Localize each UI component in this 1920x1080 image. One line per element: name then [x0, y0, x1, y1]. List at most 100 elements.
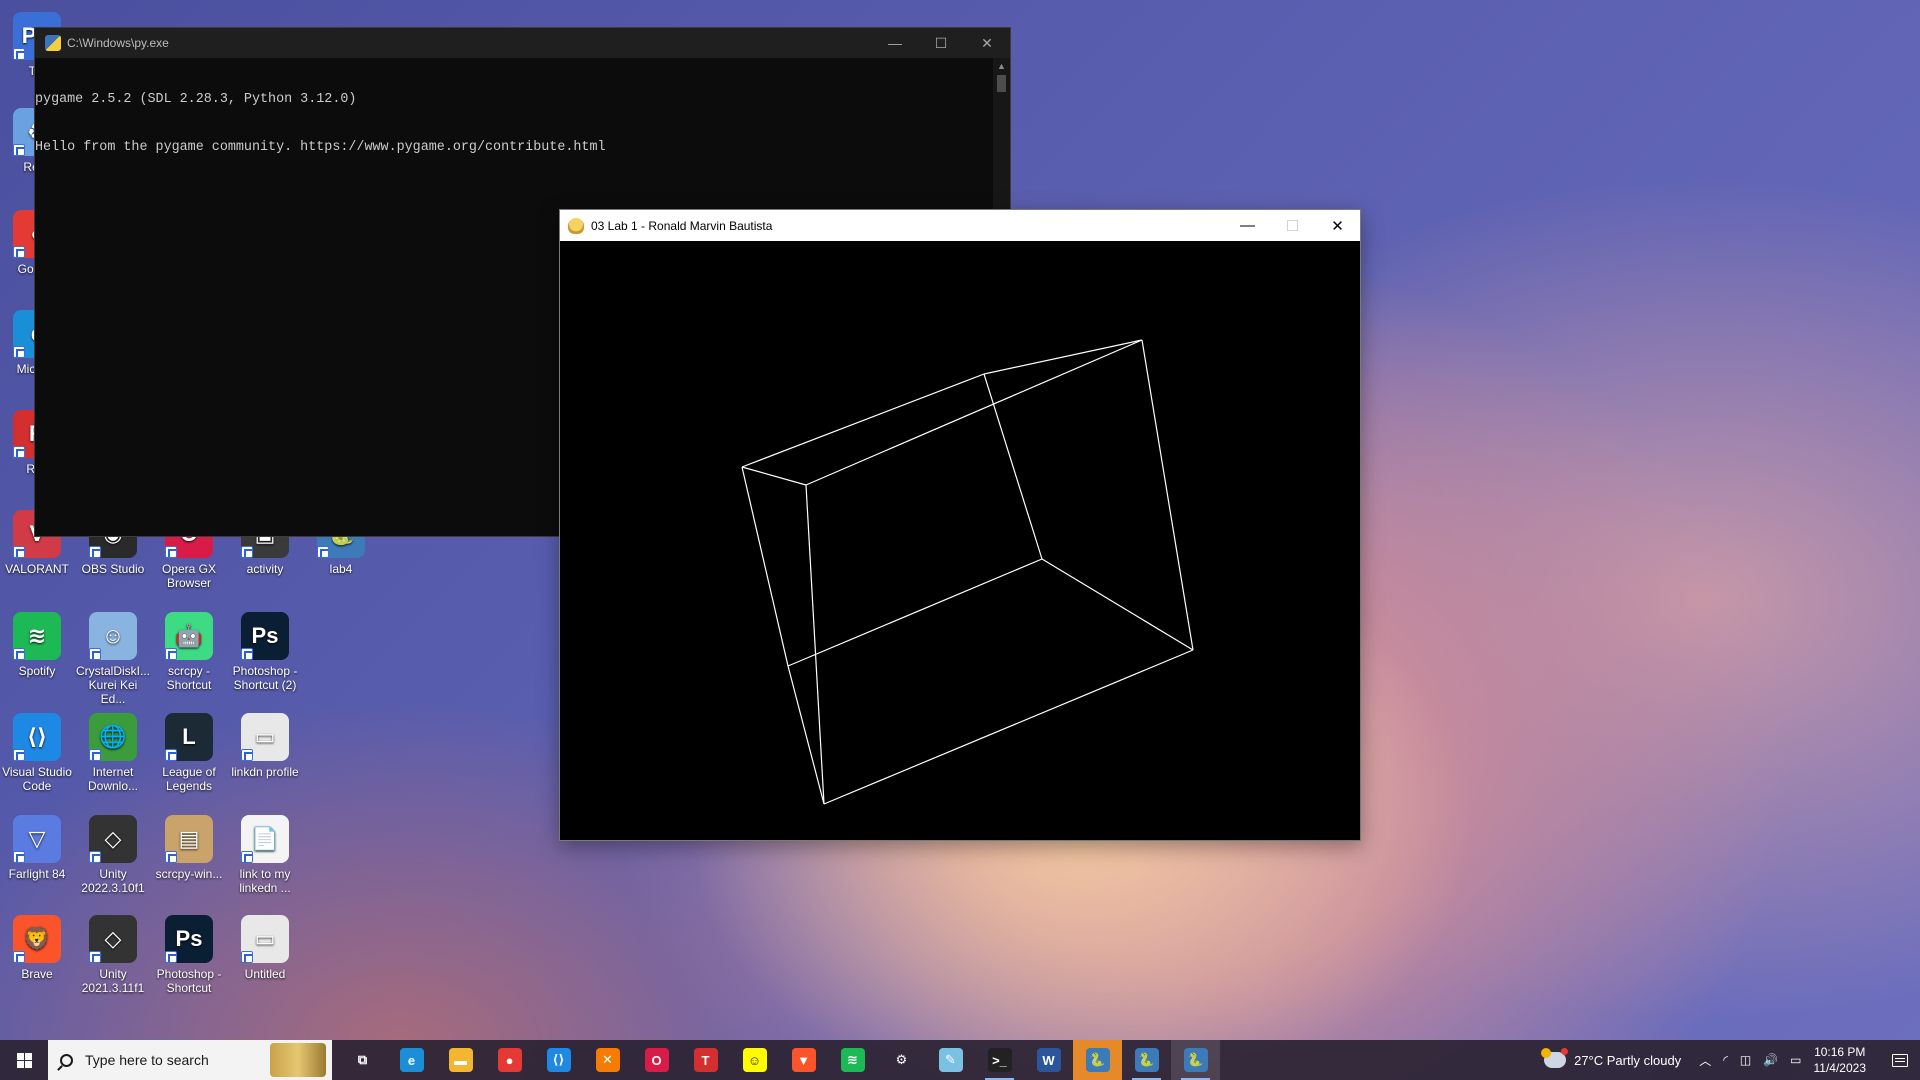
taskbar-app-terminal[interactable]: >_ — [975, 1040, 1024, 1080]
app-icon: ≋ — [13, 612, 61, 660]
shortcut-arrow-icon — [241, 546, 253, 558]
desktop-icon[interactable]: Ps Photoshop - Shortcut (2) — [228, 612, 302, 692]
maximize-button[interactable]: ☐ — [918, 28, 964, 58]
desktop-icon-label: Visual Studio Code — [2, 765, 72, 793]
weather-widget[interactable]: 27°C Partly cloudy — [1541, 1048, 1681, 1068]
cube-edge — [805, 484, 825, 805]
shortcut-arrow-icon — [165, 851, 177, 863]
clock[interactable]: 10:16 PM 11/4/2023 — [1814, 1044, 1867, 1076]
shortcut-arrow-icon — [13, 951, 25, 963]
taskbar-app-file-explorer[interactable]: ▬ — [436, 1040, 485, 1080]
cube-edge — [823, 649, 1194, 805]
desktop-icon[interactable]: ◇ Unity 2021.3.11f1 — [76, 915, 150, 995]
desktop-icon[interactable]: ▤ scrcpy-win... — [152, 815, 226, 881]
shortcut-arrow-icon — [13, 546, 25, 558]
desktop-icon[interactable]: ▽ Farlight 84 — [0, 815, 74, 881]
desktop-icon-label: Photoshop - Shortcut (2) — [232, 664, 298, 692]
network-icon[interactable]: ◜ — [1723, 1053, 1728, 1067]
edge-icon: e — [399, 1048, 424, 1072]
taskbar-app-chrome[interactable]: ● — [485, 1040, 534, 1080]
volume-icon[interactable]: 🔊 — [1763, 1053, 1778, 1067]
shortcut-arrow-icon — [241, 749, 253, 761]
desktop-icon-label: scrcpy - Shortcut — [166, 664, 212, 692]
taskbar-search[interactable]: Type here to search — [48, 1040, 332, 1080]
console-output[interactable]: pygame 2.5.2 (SDL 2.28.3, Python 3.12.0)… — [35, 58, 1010, 188]
minimize-button[interactable]: — — [872, 28, 918, 58]
desktop-icon[interactable]: L League of Legends — [152, 713, 226, 793]
taskbar-app-word[interactable]: W — [1024, 1040, 1073, 1080]
snapchat-icon: ☺ — [742, 1048, 767, 1072]
desktop-icon-label: Unity 2021.3.11f1 — [81, 967, 145, 995]
app-icon: ▭ — [241, 713, 289, 761]
taskbar-app-notepad[interactable]: ✎ — [926, 1040, 975, 1080]
pygame-window[interactable]: 03 Lab 1 - Ronald Marvin Bautista — ☐ ✕ — [559, 209, 1361, 841]
app-icon: ▭ — [241, 915, 289, 963]
pygame-canvas[interactable] — [560, 241, 1360, 840]
shortcut-arrow-icon — [13, 648, 25, 660]
console-titlebar[interactable]: C:\Windows\py.exe — ☐ ✕ — [35, 28, 1010, 58]
maximize-button[interactable]: ☐ — [1270, 210, 1315, 241]
shortcut-arrow-icon — [13, 48, 25, 60]
taskbar-app-xampp[interactable]: ✕ — [583, 1040, 632, 1080]
taskbar-app-edge[interactable]: e — [387, 1040, 436, 1080]
desktop-icon-label: activity — [246, 562, 284, 576]
desktop-icon[interactable]: 📄 link to my linkedn ... — [228, 815, 302, 895]
app-icon: ◇ — [89, 915, 137, 963]
taskbar-app-vscode[interactable]: ⟨⟩ — [534, 1040, 583, 1080]
word-icon: W — [1036, 1048, 1061, 1072]
desktop-icon[interactable]: 🤖 scrcpy - Shortcut — [152, 612, 226, 692]
search-highlight-image — [270, 1043, 326, 1077]
chevron-up-icon[interactable]: ︿ — [1699, 1052, 1711, 1069]
close-button[interactable]: ✕ — [1315, 210, 1360, 241]
minimize-button[interactable]: — — [1225, 210, 1270, 241]
pygame-title: 03 Lab 1 - Ronald Marvin Bautista — [591, 218, 773, 233]
desktop-icon-label: Brave — [21, 967, 53, 981]
desktop-icon[interactable]: ◇ Unity 2022.3.10f1 — [76, 815, 150, 895]
pygame-titlebar[interactable]: 03 Lab 1 - Ronald Marvin Bautista — ☐ ✕ — [560, 210, 1360, 241]
app-icon: 📄 — [241, 815, 289, 863]
shortcut-arrow-icon — [13, 144, 25, 156]
start-button[interactable] — [0, 1040, 48, 1080]
desktop-icon[interactable]: ▭ Untitled — [228, 915, 302, 981]
file-explorer-icon: ▬ — [448, 1048, 473, 1072]
desktop-icon[interactable]: 🌐 Internet Downlo... — [76, 713, 150, 793]
camera-icon[interactable]: ◫ — [1740, 1053, 1751, 1067]
console-line: Hello from the pygame community. https:/… — [35, 140, 606, 155]
taskbar-app-task-view[interactable]: ⧉ — [338, 1040, 387, 1080]
taskbar-app-snapchat[interactable]: ☺ — [730, 1040, 779, 1080]
taskbar-app-pygame-app[interactable]: 🐍 — [1171, 1040, 1220, 1080]
cube-edge — [741, 466, 789, 667]
taskbar-app-opera[interactable]: O — [632, 1040, 681, 1080]
notifications-button[interactable] — [1880, 1040, 1920, 1080]
taskbar-app-brave[interactable]: ▼ — [779, 1040, 828, 1080]
app-icon: 🤖 — [165, 612, 213, 660]
taskbar-apps: ⧉ e ▬ ● ⟨⟩ ✕ O T ☺ ▼ ≋ ⚙ ✎ >_ W 🐍 🐍 🐍 — [338, 1040, 1220, 1080]
shortcut-arrow-icon — [89, 951, 101, 963]
desktop-icon[interactable]: Ps Photoshop - Shortcut — [152, 915, 226, 995]
taskbar-app-settings[interactable]: ⚙ — [877, 1040, 926, 1080]
taskbar-app-spotify[interactable]: ≋ — [828, 1040, 877, 1080]
taskbar-app-app-t[interactable]: T — [681, 1040, 730, 1080]
app-icon: ▽ — [13, 815, 61, 863]
close-button[interactable]: ✕ — [964, 28, 1010, 58]
desktop-icon-label: League of Legends — [162, 765, 216, 793]
desktop-icon-label: Photoshop - Shortcut — [156, 967, 222, 995]
desktop-icon[interactable]: ≋ Spotify — [0, 612, 74, 678]
desktop-icon-label: Farlight 84 — [8, 867, 66, 881]
desktop-icon[interactable]: 🦁 Brave — [0, 915, 74, 981]
spotify-icon: ≋ — [840, 1048, 865, 1072]
shortcut-arrow-icon — [13, 246, 25, 258]
scroll-thumb[interactable] — [997, 75, 1006, 92]
taskbar-app-python-launcher[interactable]: 🐍 — [1122, 1040, 1171, 1080]
system-tray: 27°C Partly cloudy ︿ ◜ ◫ 🔊 ▭ 10:16 PM 11… — [1541, 1040, 1920, 1080]
battery-icon[interactable]: ▭ — [1790, 1053, 1801, 1067]
shortcut-arrow-icon — [317, 546, 329, 558]
desktop-icon[interactable]: ⟨⟩ Visual Studio Code — [0, 713, 74, 793]
desktop-icon[interactable]: ▭ linkdn profile — [228, 713, 302, 779]
desktop-icon[interactable]: ☺ CrystalDiskI... Kurei Kei Ed... — [76, 612, 150, 706]
scroll-up-arrow-icon[interactable]: ▲ — [993, 58, 1010, 75]
chrome-icon: ● — [497, 1048, 522, 1072]
wireframe-cube — [741, 339, 1194, 805]
taskbar-app-python-idle[interactable]: 🐍 — [1073, 1040, 1122, 1080]
cube-edge — [1041, 558, 1194, 651]
